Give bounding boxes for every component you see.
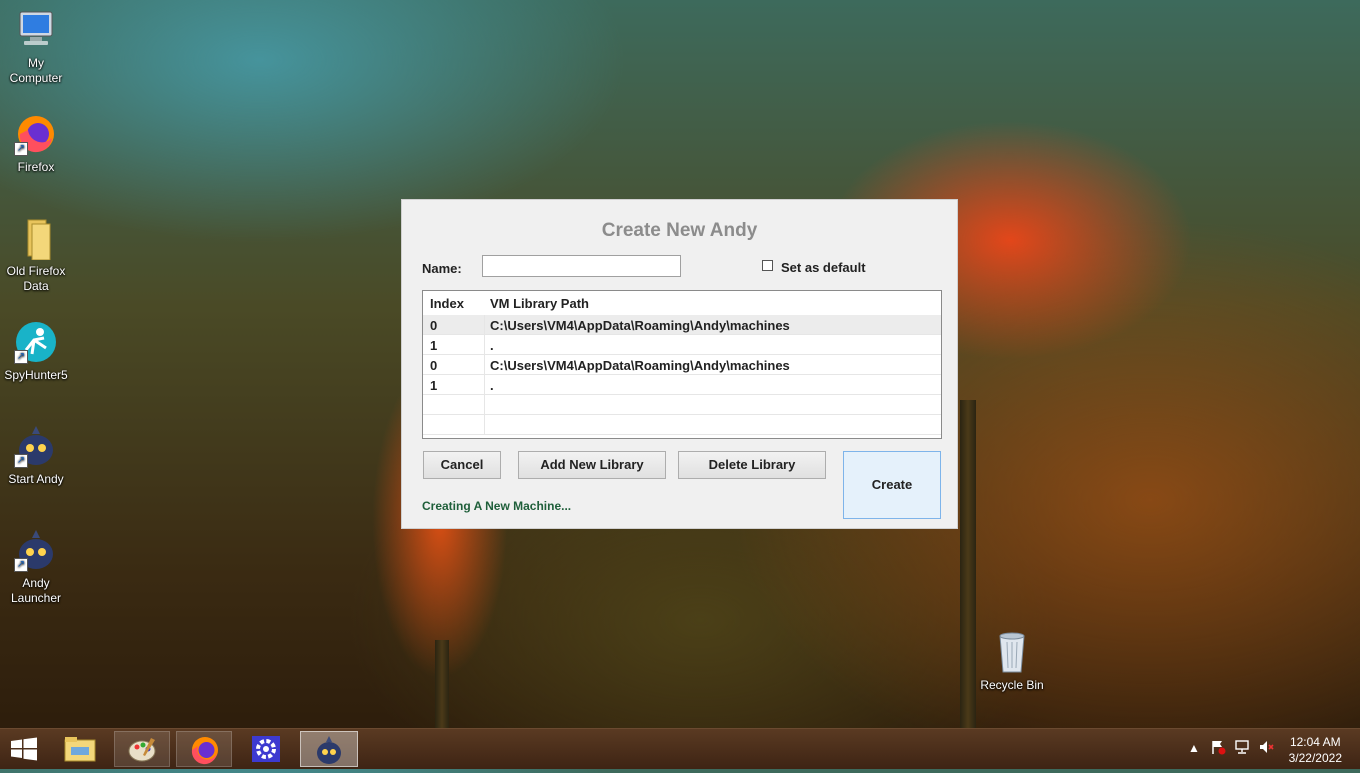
andy-icon bbox=[317, 736, 341, 764]
create-new-andy-dialog: Create New Andy Name: Set as default Ind… bbox=[401, 199, 958, 529]
column-divider bbox=[484, 355, 485, 374]
recycle-bin-icon bbox=[990, 630, 1034, 674]
vm-library-table: Index VM Library Path 0 C:\Users\VM4\App… bbox=[422, 290, 942, 439]
cell-index: 0 bbox=[430, 318, 438, 333]
set-default-label[interactable]: Set as default bbox=[781, 260, 866, 275]
folder-icon bbox=[14, 216, 58, 261]
table-row[interactable] bbox=[423, 415, 941, 435]
desktop-icon-label: SpyHunter5 bbox=[4, 368, 68, 382]
clock-time: 12:04 AM bbox=[1289, 735, 1341, 749]
desktop-icon-andy-launcher[interactable]: ↗ Andy Launcher bbox=[0, 528, 72, 606]
desktop-icon-spyhunter5[interactable]: ↗ SpyHunter5 bbox=[0, 320, 72, 383]
cell-index: 1 bbox=[430, 378, 438, 393]
shortcut-arrow-icon: ↗ bbox=[14, 558, 28, 572]
show-hidden-icons-chevron-icon[interactable]: ▲ bbox=[1188, 741, 1200, 755]
desktop-icon-firefox[interactable]: ↗ Firefox bbox=[0, 112, 72, 175]
cell-path: . bbox=[490, 338, 494, 353]
taskbar: ▲ 12:04 AM 3/22/2022 bbox=[0, 728, 1360, 769]
computer-icon bbox=[14, 8, 58, 52]
column-divider bbox=[484, 315, 485, 334]
column-header-path[interactable]: VM Library Path bbox=[490, 296, 589, 311]
andy-icon: ↗ bbox=[14, 424, 58, 468]
desktop-icon-label: Andy Launcher bbox=[10, 576, 62, 605]
table-row[interactable]: 1 . bbox=[423, 375, 941, 395]
shortcut-arrow-icon: ↗ bbox=[14, 142, 28, 156]
flower-stem bbox=[960, 400, 976, 730]
spyhunter-icon: ↗ bbox=[14, 320, 58, 364]
name-input[interactable] bbox=[482, 255, 681, 277]
desktop-icon-label: Recycle Bin bbox=[980, 678, 1044, 692]
firefox-icon: ↗ bbox=[14, 112, 58, 156]
settings-icon bbox=[252, 736, 280, 762]
taskbar-andy[interactable] bbox=[300, 731, 358, 767]
firefox-icon bbox=[191, 737, 218, 765]
column-header-index[interactable]: Index bbox=[430, 296, 464, 311]
cell-index: 1 bbox=[430, 338, 438, 353]
flower-stem bbox=[435, 640, 449, 730]
delete-library-button[interactable]: Delete Library bbox=[678, 451, 826, 479]
dialog-title: Create New Andy bbox=[601, 220, 758, 241]
shortcut-arrow-icon: ↗ bbox=[14, 454, 28, 468]
status-text: Creating A New Machine... bbox=[422, 499, 572, 513]
file-explorer-icon bbox=[64, 737, 96, 762]
start-button[interactable] bbox=[0, 731, 48, 767]
table-row[interactable]: 0 C:\Users\VM4\AppData\Roaming\Andy\mach… bbox=[423, 315, 941, 335]
set-default-checkbox[interactable] bbox=[762, 260, 773, 271]
volume-muted-icon[interactable] bbox=[1258, 739, 1274, 758]
desktop-icon-label: Firefox bbox=[17, 160, 55, 174]
desktop-icon-label: Old Firefox Data bbox=[6, 264, 66, 293]
cell-path: . bbox=[490, 378, 494, 393]
desktop-icon-recycle-bin[interactable]: Recycle Bin bbox=[976, 630, 1048, 693]
clock-date: 3/22/2022 bbox=[1288, 751, 1342, 765]
table-row[interactable]: 1 . bbox=[423, 335, 941, 355]
table-row[interactable]: 0 C:\Users\VM4\AppData\Roaming\Andy\mach… bbox=[423, 355, 941, 375]
desktop-icon-start-andy[interactable]: ↗ Start Andy bbox=[0, 424, 72, 487]
taskbar-paint[interactable] bbox=[114, 731, 170, 767]
taskbar-file-explorer[interactable] bbox=[52, 731, 108, 767]
add-new-library-button[interactable]: Add New Library bbox=[518, 451, 666, 479]
table-row[interactable] bbox=[423, 395, 941, 415]
desktop-icon-old-firefox-data[interactable]: Old Firefox Data bbox=[0, 216, 72, 294]
desktop-icon-label: My Computer bbox=[9, 56, 63, 85]
network-icon[interactable] bbox=[1234, 739, 1250, 758]
shortcut-arrow-icon: ↗ bbox=[14, 350, 28, 364]
paint-icon bbox=[128, 738, 156, 762]
column-divider bbox=[484, 375, 485, 394]
andy-icon: ↗ bbox=[14, 528, 58, 572]
cell-path: C:\Users\VM4\AppData\Roaming\Andy\machin… bbox=[490, 358, 790, 373]
start-icon bbox=[11, 737, 37, 761]
cell-path: C:\Users\VM4\AppData\Roaming\Andy\machin… bbox=[490, 318, 790, 333]
desktop-icon-label: Start Andy bbox=[8, 472, 64, 486]
desktop-icon-my-computer[interactable]: My Computer bbox=[0, 8, 72, 86]
cancel-button[interactable]: Cancel bbox=[423, 451, 501, 479]
name-label: Name: bbox=[422, 261, 462, 276]
column-divider bbox=[484, 415, 485, 434]
taskbar-settings[interactable] bbox=[238, 731, 294, 767]
create-button[interactable]: Create bbox=[843, 451, 941, 519]
action-center-flag-icon[interactable] bbox=[1210, 739, 1226, 758]
taskbar-firefox[interactable] bbox=[176, 731, 232, 767]
taskbar-clock[interactable]: 12:04 AM 3/22/2022 bbox=[1289, 734, 1342, 766]
cell-index: 0 bbox=[430, 358, 438, 373]
column-divider bbox=[484, 335, 485, 354]
table-header: Index VM Library Path bbox=[423, 291, 941, 315]
column-divider bbox=[484, 395, 485, 414]
